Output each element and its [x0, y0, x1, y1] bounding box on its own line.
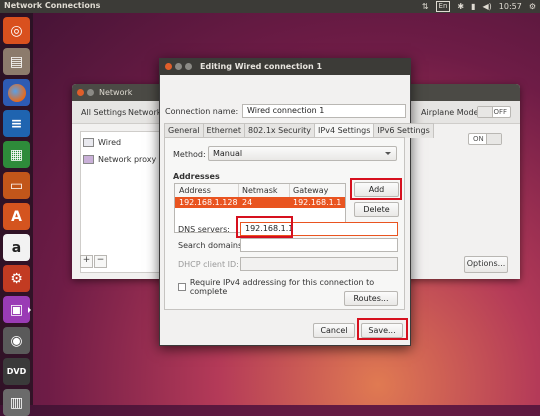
sidebar-item-wired[interactable]: Wired: [83, 135, 163, 149]
column-gateway[interactable]: Gateway: [293, 186, 328, 195]
tab-ipv6-settings[interactable]: IPv6 Settings: [373, 123, 434, 138]
close-icon[interactable]: [77, 89, 84, 96]
column-netmask[interactable]: Netmask: [242, 186, 278, 195]
ethernet-icon: [83, 137, 94, 147]
connection-name-label: Connection name:: [165, 107, 239, 116]
remove-connection-button[interactable]: −: [94, 255, 107, 268]
delete-address-button[interactable]: Delete: [354, 202, 399, 217]
active-app-title: Network Connections: [4, 1, 101, 10]
dns-servers-label: DNS servers:: [178, 225, 230, 234]
dialog-title: Editing Wired connection 1: [200, 62, 323, 71]
launcher: ◎ ▤ ≡ ▦ ▭ A a ⚙ ▣ ◉ DVD ▥: [0, 13, 33, 416]
edit-connection-dialog: Editing Wired connection 1 Connection na…: [159, 58, 434, 346]
dns-field-highlight: [236, 216, 293, 238]
amazon-icon[interactable]: a: [3, 234, 30, 261]
tab-general[interactable]: General: [164, 123, 204, 138]
save-button-highlight: [357, 318, 408, 340]
airplane-mode-toggle[interactable]: OFF: [477, 106, 511, 118]
system-settings-icon[interactable]: ⚙: [3, 265, 30, 292]
minimize-icon[interactable]: [87, 89, 94, 96]
ubuntu-logo-icon[interactable]: ◎: [3, 17, 30, 44]
battery-icon[interactable]: ▮: [471, 2, 475, 11]
tab-ipv4-settings[interactable]: IPv4 Settings: [314, 123, 375, 138]
wired-toggle[interactable]: ON: [468, 133, 502, 145]
search-domains-field[interactable]: [240, 238, 398, 252]
files-icon[interactable]: ▤: [3, 48, 30, 75]
require-ipv4-checkbox[interactable]: [178, 283, 186, 291]
all-settings-button[interactable]: All Settings: [81, 108, 126, 117]
gateway-cell[interactable]: 192.168.1.1: [293, 198, 341, 207]
table-row[interactable]: 192.168.1.128 24 192.168.1.1: [175, 197, 345, 208]
dialog-titlebar: Editing Wired connection 1: [160, 59, 410, 75]
add-button-highlight: [350, 178, 402, 200]
routes-button[interactable]: Routes...: [344, 291, 398, 306]
session-gear-icon[interactable]: ⚙: [529, 2, 536, 11]
tab-8021x-security[interactable]: 802.1x Security: [244, 123, 316, 138]
calc-icon[interactable]: ▦: [3, 141, 30, 168]
airplane-mode-label: Airplane Mode: [421, 108, 479, 117]
network-connections-icon[interactable]: ▣: [3, 296, 31, 323]
chevron-down-icon: [385, 152, 391, 158]
netmask-cell[interactable]: 24: [242, 198, 252, 207]
software-center-icon[interactable]: A: [3, 203, 30, 230]
addresses-heading: Addresses: [173, 172, 220, 181]
network-window-title: Network: [99, 88, 133, 97]
address-cell[interactable]: 192.168.1.128: [179, 198, 238, 207]
search-domains-label: Search domains:: [178, 241, 245, 250]
firefox-icon[interactable]: [3, 79, 30, 106]
network-device-list: Wired Network proxy: [80, 131, 166, 273]
close-icon[interactable]: [165, 63, 172, 70]
disk-icon[interactable]: ◉: [3, 327, 30, 354]
minimize-icon[interactable]: [175, 63, 182, 70]
network-arrows-icon[interactable]: ⇅: [422, 2, 429, 11]
dhcp-client-id-field: [240, 257, 398, 271]
cancel-button[interactable]: Cancel: [313, 323, 355, 338]
trash-icon[interactable]: ▥: [3, 389, 30, 416]
dvd-icon[interactable]: DVD: [3, 358, 30, 385]
list-toolbar: + −: [80, 255, 107, 269]
proxy-icon: [83, 154, 94, 164]
dhcp-client-id-label: DHCP client ID:: [178, 260, 239, 269]
addresses-table-header: Address Netmask Gateway: [175, 184, 345, 198]
method-label: Method:: [173, 150, 206, 159]
clock[interactable]: 10:57: [499, 2, 522, 11]
maximize-icon[interactable]: [185, 63, 192, 70]
add-connection-button[interactable]: +: [80, 255, 93, 268]
options-button[interactable]: Options...: [464, 256, 508, 273]
keyboard-layout-indicator[interactable]: En: [435, 1, 451, 12]
top-panel: Network Connections ⇅ En ✱ ▮ ◀) 10:57 ⚙: [0, 0, 540, 13]
writer-icon[interactable]: ≡: [3, 110, 30, 137]
system-tray: ⇅ En ✱ ▮ ◀) 10:57 ⚙: [422, 1, 536, 12]
impress-icon[interactable]: ▭: [3, 172, 30, 199]
connection-name-field[interactable]: Wired connection 1: [242, 104, 406, 118]
method-dropdown[interactable]: Manual: [208, 146, 397, 161]
column-address[interactable]: Address: [179, 186, 211, 195]
volume-icon[interactable]: ◀): [482, 2, 491, 11]
sidebar-item-network-proxy[interactable]: Network proxy: [83, 152, 163, 166]
tab-bar: General Ethernet 802.1x Security IPv4 Se…: [164, 123, 434, 138]
bluetooth-icon[interactable]: ✱: [457, 2, 464, 11]
tab-ethernet[interactable]: Ethernet: [202, 123, 245, 138]
breadcrumb: Network: [128, 108, 162, 117]
